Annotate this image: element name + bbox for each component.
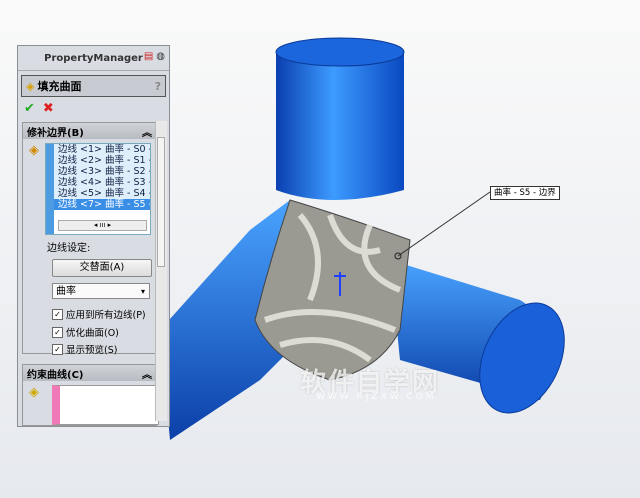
checkbox-label: 优化曲面(O) xyxy=(66,328,119,339)
horizontal-scrollbar[interactable]: ◂ ııı ▸ xyxy=(58,220,147,231)
list-item-selected[interactable]: 边线 <7> 曲率 - S5 - xyxy=(46,199,150,210)
property-manager: PropertyManager ▤ ◍ ◈ 填充曲面 ? ✔ ✖ 修补边界(B) ︽… xyxy=(17,45,170,427)
patch-boundary-group: 修补边界(B) ︽ ◈ 边线 <1> 曲率 - S0 - 边线 <2> 曲率 - … xyxy=(22,122,157,356)
constraint-curves-group: 约束曲线(C) ︽ ◈ xyxy=(22,364,159,426)
edge-icon: ◈ xyxy=(29,143,39,158)
edge-settings-label: 边线设定: xyxy=(47,243,91,254)
list-item[interactable]: 边线 <1> 曲率 - S0 - xyxy=(46,144,150,155)
list-item[interactable]: 边线 <5> 曲率 - S4 - xyxy=(46,188,150,199)
checkbox-icon: ✓ xyxy=(52,326,63,338)
scroll-thumb[interactable] xyxy=(157,137,165,267)
view-icon[interactable]: ◍ xyxy=(156,51,165,62)
top-pipe xyxy=(275,37,405,200)
cancel-button[interactable]: ✖ xyxy=(43,101,54,116)
apply-all-checkbox[interactable]: ✓ 应用到所有边线(P) xyxy=(52,307,146,321)
boundary-callout[interactable]: 曲率 - S5 - 边界 xyxy=(490,186,560,200)
boundary-list[interactable]: 边线 <1> 曲率 - S0 - 边线 <2> 曲率 - S1 - 边线 <3>… xyxy=(45,143,151,235)
constraint-list[interactable] xyxy=(52,385,159,425)
feature-title-bar: ◈ 填充曲面 ? xyxy=(21,75,166,97)
vertical-scrollbar[interactable] xyxy=(155,121,167,421)
group-title: 约束曲线(C) xyxy=(27,369,84,381)
checkbox-icon: ✓ xyxy=(52,343,63,355)
feature-title: 填充曲面 xyxy=(37,80,82,93)
watermark-url: WWW.RJZXW.COM xyxy=(316,392,437,402)
checkbox-label: 应用到所有边线(P) xyxy=(66,310,146,321)
callout-leader xyxy=(397,191,491,257)
chevron-down-icon: ▾ xyxy=(140,287,145,296)
optimize-checkbox[interactable]: ✓ 优化曲面(O) xyxy=(52,325,119,339)
pm-title: PropertyManager xyxy=(44,52,143,64)
help-icon[interactable]: ? xyxy=(155,80,161,93)
fill-surface-icon: ◈ xyxy=(26,79,35,93)
collapse-icon[interactable]: ︽ xyxy=(142,124,152,139)
list-item[interactable]: 边线 <3> 曲率 - S2 - xyxy=(46,166,150,177)
ok-button[interactable]: ✔ xyxy=(24,101,35,116)
condition-value: 曲率 xyxy=(56,286,76,297)
list-item[interactable]: 边线 <4> 曲率 - S3 - xyxy=(46,177,150,188)
list-item[interactable]: 边线 <2> 曲率 - S1 - xyxy=(46,155,150,166)
condition-select[interactable]: 曲率 ▾ xyxy=(52,283,150,299)
checkbox-label: 显示预览(S) xyxy=(66,345,118,356)
curve-icon: ◈ xyxy=(29,385,39,400)
collapse-icon[interactable]: ︽ xyxy=(142,366,152,381)
show-preview-checkbox[interactable]: ✓ 显示预览(S) xyxy=(52,342,117,356)
group-title: 修补边界(B) xyxy=(27,127,84,139)
pm-header: PropertyManager ▤ ◍ xyxy=(18,46,169,71)
pin-icon[interactable]: ▤ xyxy=(144,51,153,62)
alternate-face-button[interactable]: 交替面(A) xyxy=(52,259,152,277)
checkbox-icon: ✓ xyxy=(52,308,63,320)
